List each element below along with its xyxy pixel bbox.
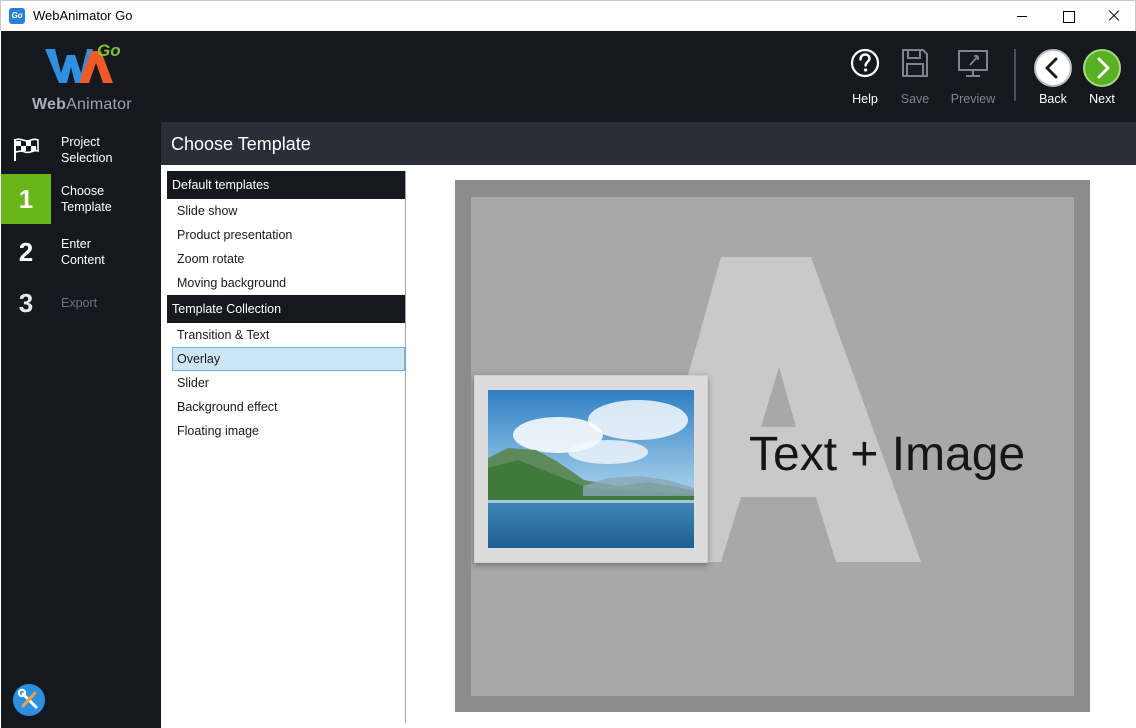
group-header-template-collection: Template Collection — [167, 295, 405, 323]
step-number: 2 — [18, 237, 34, 267]
step-number: 3 — [18, 288, 34, 318]
app-icon: Go — [9, 8, 25, 24]
group-header-default-templates: Default templates — [167, 171, 405, 199]
help-icon — [850, 48, 880, 78]
template-item-overlay[interactable]: Overlay — [172, 347, 405, 371]
step-label: Enter Content — [61, 237, 105, 267]
template-item-background-effect[interactable]: Background effect — [172, 395, 405, 419]
step-export: 3 Export — [1, 278, 161, 328]
window-titlebar: Go WebAnimator Go — [0, 0, 1136, 31]
save-label: Save — [900, 92, 930, 106]
step-enter-content[interactable]: 2 Enter Content — [1, 227, 161, 277]
logo-go-text: Go — [97, 41, 121, 60]
tools-icon[interactable] — [13, 684, 45, 716]
template-item-floating-image[interactable]: Floating image — [172, 419, 405, 443]
template-item-zoom-rotate[interactable]: Zoom rotate — [172, 247, 405, 271]
preview-canvas: Text + Image — [471, 197, 1074, 696]
toolbar-separator — [1014, 49, 1016, 101]
template-item-slider[interactable]: Slider — [172, 371, 405, 395]
page-title: Choose Template — [171, 134, 311, 154]
step-label: Project Selection — [61, 135, 113, 165]
step-label: Export — [61, 296, 98, 310]
minimize-button[interactable] — [999, 1, 1045, 31]
preview-label: Preview — [950, 92, 996, 106]
template-preview: Text + Image — [455, 180, 1090, 712]
logo-animator-text: Animator — [66, 96, 132, 113]
back-arrow-icon — [1034, 49, 1072, 87]
next-arrow-icon — [1083, 49, 1121, 87]
template-list: Default templates Slide show Product pre… — [167, 171, 406, 723]
close-button[interactable] — [1091, 1, 1136, 31]
landscape-photo — [488, 390, 694, 548]
step-project-selection[interactable]: Project Selection — [1, 125, 161, 175]
step-choose-template[interactable]: 1 Choose Template — [1, 174, 161, 224]
save-icon — [902, 49, 928, 77]
next-button[interactable]: Next — [1072, 47, 1132, 109]
save-button[interactable]: Save — [885, 47, 945, 109]
next-label: Next — [1089, 92, 1115, 106]
template-item-product-presentation[interactable]: Product presentation — [172, 223, 405, 247]
sidebar: Go WebAnimator Project Selection 1 Choose… — [1, 31, 161, 728]
flag-icon — [14, 138, 39, 161]
maximize-button[interactable] — [1045, 1, 1091, 31]
template-item-moving-background[interactable]: Moving background — [172, 271, 405, 295]
preview-button[interactable]: Preview — [943, 47, 1003, 109]
logo-web-text: Web — [32, 96, 67, 113]
preview-photo-frame — [474, 375, 708, 563]
preview-caption: Text + Image — [749, 428, 1026, 481]
template-item-slide-show[interactable]: Slide show — [172, 199, 405, 223]
preview-icon — [958, 50, 988, 77]
template-item-transition-text[interactable]: Transition & Text — [172, 323, 405, 347]
step-label: Choose Template — [61, 184, 112, 214]
webanimator-logo: Go WebAnimator — [29, 41, 139, 121]
toolbar: Help Save Preview Back Next — [161, 31, 1136, 122]
page-header: Choose Template — [161, 122, 1136, 165]
main-content: Default templates Slide show Product pre… — [161, 165, 1136, 728]
logo-wordmark: WebAnimator — [32, 96, 132, 114]
step-number: 1 — [1, 174, 51, 224]
window-title: WebAnimator Go — [33, 8, 133, 23]
